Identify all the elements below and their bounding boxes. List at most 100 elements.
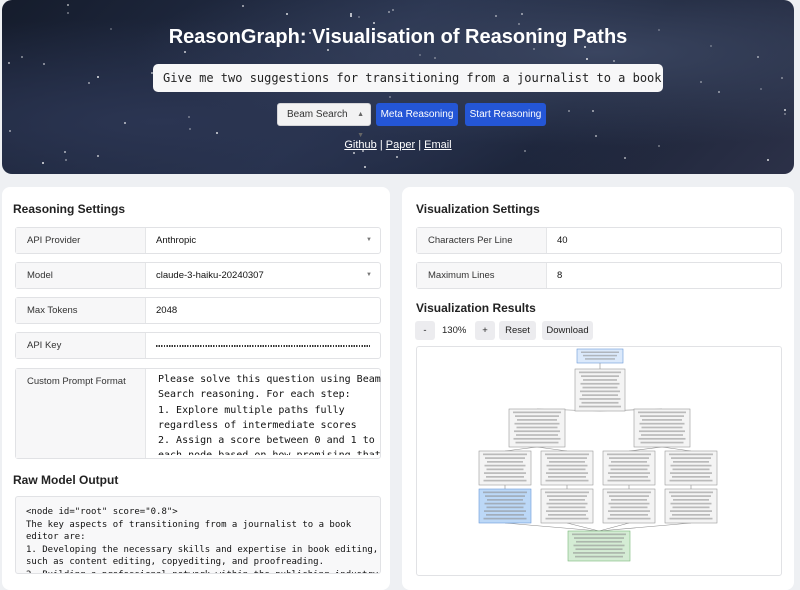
graph-node-text-line: [608, 464, 650, 467]
graph-node[interactable]: [478, 488, 532, 524]
graph-node-text-line: [484, 502, 526, 505]
star-decoration: [364, 166, 367, 169]
star-decoration: [372, 21, 375, 24]
model-select[interactable]: claude-3-haiku-20240307: [156, 263, 264, 288]
graph-node-text-line: [572, 533, 626, 536]
star-decoration: [97, 154, 100, 157]
email-link[interactable]: Email: [424, 139, 452, 151]
graph-node-text-line: [607, 517, 651, 520]
graph-node-text-line: [514, 422, 560, 425]
graph-node[interactable]: [664, 450, 718, 486]
graph-node[interactable]: [602, 488, 656, 524]
graph-node-text-line: [583, 354, 617, 357]
graph-node-text-line: [486, 476, 524, 478]
star-decoration: [64, 151, 67, 154]
prompt-format-row[interactable]: Custom Prompt Format Please solve this q…: [15, 368, 381, 459]
graph-node-text-line: [670, 472, 712, 474]
star-decoration: [285, 13, 288, 16]
graph-node-text-line: [575, 548, 623, 551]
graph-node[interactable]: [567, 530, 631, 562]
graph-node-text-line: [639, 422, 685, 425]
star-decoration: [326, 48, 329, 51]
graph-node[interactable]: [508, 408, 566, 448]
graph-node-text-line: [611, 461, 647, 463]
graph-node[interactable]: [664, 488, 718, 524]
graph-node[interactable]: [540, 488, 594, 524]
max-tokens-input[interactable]: 2048: [156, 298, 177, 323]
header-links: Github | Paper | Email: [2, 139, 794, 151]
api-key-input[interactable]: [156, 345, 370, 347]
graph-node-text-line: [671, 495, 711, 497]
star-decoration: [188, 127, 191, 130]
chars-per-line-input[interactable]: 40: [557, 228, 568, 253]
graph-node-text-line: [608, 510, 650, 512]
star-decoration: [767, 159, 769, 162]
graph-node-text-line: [581, 375, 619, 378]
start-reasoning-button[interactable]: Start Reasoning: [465, 103, 546, 126]
star-decoration: [352, 151, 355, 154]
max-lines-row[interactable]: Maximum Lines 8: [416, 262, 782, 289]
reset-button[interactable]: Reset: [499, 321, 536, 340]
graph-node-text-line: [574, 537, 624, 539]
link-separator: |: [379, 139, 383, 151]
graph-node-text-line: [609, 495, 649, 497]
graph-node-text-line: [579, 405, 621, 408]
prompt-format-textarea[interactable]: Please solve this question using Beam Se…: [158, 372, 386, 455]
graph-node[interactable]: [574, 368, 626, 412]
graph-node-text-line: [580, 382, 620, 385]
download-button[interactable]: Download: [542, 321, 593, 340]
graph-node-text-line: [640, 415, 684, 417]
graph-node-text-line: [581, 351, 619, 353]
graph-node[interactable]: [478, 450, 532, 486]
star-decoration: [434, 56, 437, 59]
star-decoration: [242, 5, 245, 8]
graph-node[interactable]: [602, 450, 656, 486]
star-decoration: [717, 90, 720, 93]
graph-node-text-line: [579, 371, 621, 374]
method-select[interactable]: Beam Search ▲ ▼: [277, 103, 371, 139]
graph-node-text-line: [672, 506, 710, 509]
graph-node-text-line: [549, 499, 585, 501]
visualization-results-title: Visualization Results: [416, 301, 536, 315]
graph-node-text-line: [583, 379, 617, 381]
graph-node-text-line: [513, 437, 561, 440]
reasoning-graph-svg[interactable]: [417, 347, 783, 577]
graph-node[interactable]: [576, 348, 624, 364]
graph-node-text-line: [513, 411, 561, 414]
chars-per-line-label: Characters Per Line: [417, 228, 547, 253]
meta-reasoning-button[interactable]: Meta Reasoning: [376, 103, 458, 126]
paper-link[interactable]: Paper: [386, 139, 415, 151]
max-tokens-row[interactable]: Max Tokens 2048: [15, 297, 381, 324]
graph-node[interactable]: [540, 450, 594, 486]
graph-node-text-line: [483, 491, 527, 494]
visualization-settings-title: Visualization Settings: [416, 202, 540, 216]
zoom-in-button[interactable]: +: [475, 321, 495, 340]
zoom-out-button[interactable]: -: [415, 321, 435, 340]
github-link[interactable]: Github: [344, 139, 376, 151]
graph-node-text-line: [483, 517, 527, 520]
graph-node-text-line: [545, 517, 589, 520]
graph-node-text-line: [516, 434, 558, 436]
max-lines-input[interactable]: 8: [557, 263, 562, 288]
graph-node[interactable]: [633, 408, 691, 448]
max-lines-label: Maximum Lines: [417, 263, 547, 288]
link-separator: |: [418, 139, 422, 151]
question-input[interactable]: Give me two suggestions for transitionin…: [153, 64, 663, 92]
graph-node-text-line: [671, 457, 711, 459]
api-provider-select[interactable]: Anthropic: [156, 228, 196, 253]
model-row[interactable]: Model claude-3-haiku-20240307 ▼: [15, 262, 381, 289]
graph-node-text-line: [609, 457, 649, 459]
graph-node-text-line: [669, 479, 713, 482]
star-decoration: [42, 63, 45, 66]
api-provider-row[interactable]: API Provider Anthropic ▼: [15, 227, 381, 254]
reasoning-graph[interactable]: [416, 346, 782, 576]
chars-per-line-row[interactable]: Characters Per Line 40: [416, 227, 782, 254]
graph-node-text-line: [486, 506, 524, 509]
star-decoration: [41, 161, 44, 164]
graph-node-text-line: [485, 495, 525, 497]
star-decoration: [387, 11, 390, 14]
graph-edge: [628, 446, 663, 452]
star-decoration: [67, 11, 70, 14]
raw-output-textarea[interactable]: <node id="root" score="0.8"> The key asp…: [15, 496, 381, 574]
api-key-row[interactable]: API Key: [15, 332, 381, 359]
